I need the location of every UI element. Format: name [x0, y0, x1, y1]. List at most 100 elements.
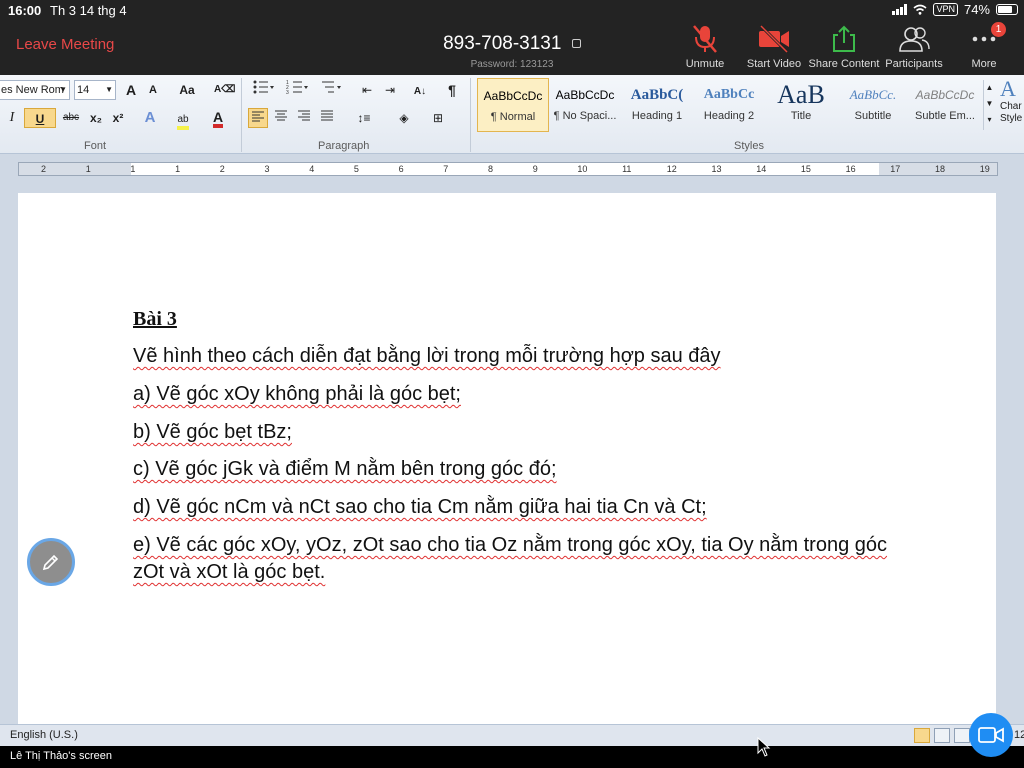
- leave-meeting-button[interactable]: Leave Meeting: [16, 36, 114, 53]
- group-separator: [241, 78, 242, 152]
- decrease-indent-button[interactable]: ⇤: [357, 80, 377, 100]
- video-camera-icon: [978, 727, 1004, 743]
- align-center-icon: [275, 110, 287, 121]
- screen-owner-label: Lê Thị Thảo's screen: [10, 750, 112, 762]
- web-layout-view-icon[interactable]: [954, 728, 970, 743]
- ruler-number: 5: [353, 164, 359, 174]
- participants-icon: [899, 27, 930, 52]
- style-name: Subtle Em...: [915, 110, 975, 122]
- exercise-instruction: Vẽ hình theo cách diễn đạt bằng lời tron…: [133, 345, 721, 367]
- scroll-up-icon: ▲: [985, 83, 994, 92]
- wifi-icon: [913, 4, 927, 15]
- ruler-number: 18: [935, 164, 946, 174]
- ruler-number: 1: [130, 164, 136, 174]
- ios-status-bar: 16:00 Th 3 14 thg 4 VPN 74%: [0, 0, 1024, 20]
- style-subtitle[interactable]: AaBbCc. Subtitle: [837, 78, 909, 132]
- underline-button[interactable]: U: [24, 108, 56, 128]
- paragraph-group-label: Paragraph: [318, 140, 370, 152]
- style-no-spacing[interactable]: AaBbCcDc ¶ No Spaci...: [549, 78, 621, 132]
- subscript-button[interactable]: x₂: [86, 108, 106, 128]
- change-styles-button[interactable]: A Char Style: [1000, 77, 1024, 137]
- change-case-button[interactable]: Aa: [173, 80, 201, 100]
- bullets-icon: [253, 80, 274, 94]
- change-styles-label: Style: [1000, 113, 1023, 124]
- sort-icon: A↓: [413, 86, 427, 97]
- ruler-number: 2: [41, 164, 47, 174]
- show-formatting-button[interactable]: ¶: [442, 80, 462, 100]
- font-color-button[interactable]: A: [205, 108, 231, 128]
- bullets-button[interactable]: [249, 80, 277, 100]
- change-styles-icon: A: [1000, 76, 1016, 101]
- unmute-button[interactable]: Unmute: [665, 24, 745, 70]
- align-center-button[interactable]: [271, 108, 291, 128]
- mouse-cursor-icon: [757, 737, 771, 757]
- paint-bucket-icon: ◈: [399, 111, 409, 125]
- shrink-font-button[interactable]: A: [143, 80, 163, 100]
- highlight-button[interactable]: ab: [170, 108, 196, 130]
- style-title[interactable]: AaB Title: [765, 78, 837, 132]
- styles-scroll[interactable]: ▲ ▼ ▾: [983, 80, 995, 130]
- exercise-item-c: c) Vẽ góc jGk và điểm M nằm bên trong gó…: [133, 458, 557, 480]
- exercise-title: Bài 3: [133, 308, 177, 330]
- meeting-id[interactable]: 893-708-3131: [443, 33, 561, 54]
- more-badge: 1: [991, 22, 1006, 37]
- screen-share-bar: Lê Thị Thảo's screen: [0, 746, 1024, 768]
- style-sample: AaBbCc.: [849, 87, 897, 102]
- participants-button[interactable]: Participants: [874, 24, 954, 70]
- group-separator: [470, 78, 471, 152]
- shading-button[interactable]: ◈: [390, 108, 418, 128]
- view-buttons: [914, 728, 970, 743]
- strikethrough-button[interactable]: abc: [60, 108, 82, 128]
- ruler-number: 19: [979, 164, 990, 174]
- status-icons: VPN 74%: [892, 2, 1018, 17]
- zoom-level[interactable]: 12: [1014, 729, 1024, 741]
- align-left-button[interactable]: [248, 108, 268, 128]
- exercise-item-d: d) Vẽ góc nCm và nCt sao cho tia Cm nằm …: [133, 496, 707, 518]
- numbering-button[interactable]: 123: [283, 80, 311, 100]
- increase-indent-button[interactable]: ⇥: [380, 80, 400, 100]
- italic-button[interactable]: I: [2, 108, 22, 128]
- font-size-select[interactable]: 14 ▼: [74, 80, 116, 100]
- pencil-icon: [42, 554, 59, 571]
- multilevel-list-button[interactable]: [317, 80, 345, 100]
- more-styles-icon: ▾: [987, 115, 992, 124]
- style-name: Subtitle: [854, 110, 892, 122]
- font-name-value: es New Rom: [1, 84, 64, 96]
- full-screen-reading-view-icon[interactable]: [934, 728, 950, 743]
- print-layout-view-icon[interactable]: [914, 728, 930, 743]
- horizontal-ruler[interactable]: 2 1 1 1 2 3 4 5 6 7 8 9 10 11 12 13 14 15 16 17 18 19: [18, 162, 998, 176]
- clear-formatting-button[interactable]: A⌫: [214, 80, 235, 100]
- language-indicator[interactable]: English (U.S.): [10, 729, 78, 741]
- align-right-button[interactable]: [294, 108, 314, 128]
- exercise-item-e: e) Vẽ các góc xOy, yOz, zOt sao cho tia …: [133, 534, 888, 583]
- borders-button[interactable]: ⊞: [424, 108, 452, 128]
- style-subtle-emphasis[interactable]: AaBbCcDc Subtle Em...: [909, 78, 981, 132]
- borders-icon: ⊞: [432, 111, 444, 125]
- multilevel-list-icon: [322, 81, 341, 93]
- ruler-number: 15: [800, 164, 811, 174]
- annotate-button[interactable]: [27, 538, 75, 586]
- sort-button[interactable]: A↓: [410, 80, 430, 100]
- styles-group-label: Styles: [734, 140, 764, 152]
- align-right-icon: [298, 110, 310, 121]
- style-heading-1[interactable]: AaBbC( Heading 1: [621, 78, 693, 132]
- ruler-number: 17: [890, 164, 901, 174]
- start-video-button[interactable]: Start Video: [734, 24, 814, 70]
- style-sample: AaBbCcDc: [483, 89, 543, 103]
- text-effects-button[interactable]: A: [140, 108, 160, 128]
- grow-font-button[interactable]: A: [121, 80, 141, 100]
- camera-button[interactable]: [969, 713, 1013, 757]
- more-button[interactable]: More 1: [944, 22, 1024, 70]
- share-content-button[interactable]: Share Content: [804, 24, 884, 70]
- line-spacing-button[interactable]: ↕≡: [350, 108, 378, 128]
- style-heading-2[interactable]: AaBbCc Heading 2: [693, 78, 765, 132]
- lock-icon: [571, 39, 581, 48]
- status-date: Th 3 14 thg 4: [50, 3, 127, 18]
- superscript-button[interactable]: x²: [108, 108, 128, 128]
- style-normal[interactable]: AaBbCcDc ¶ Normal: [477, 78, 549, 132]
- font-name-select[interactable]: es New Rom ▼: [0, 80, 70, 100]
- justify-button[interactable]: [317, 108, 337, 128]
- pilcrow-icon: ¶: [448, 82, 456, 98]
- mic-muted-icon: [693, 25, 717, 53]
- status-time: 16:00: [8, 3, 42, 18]
